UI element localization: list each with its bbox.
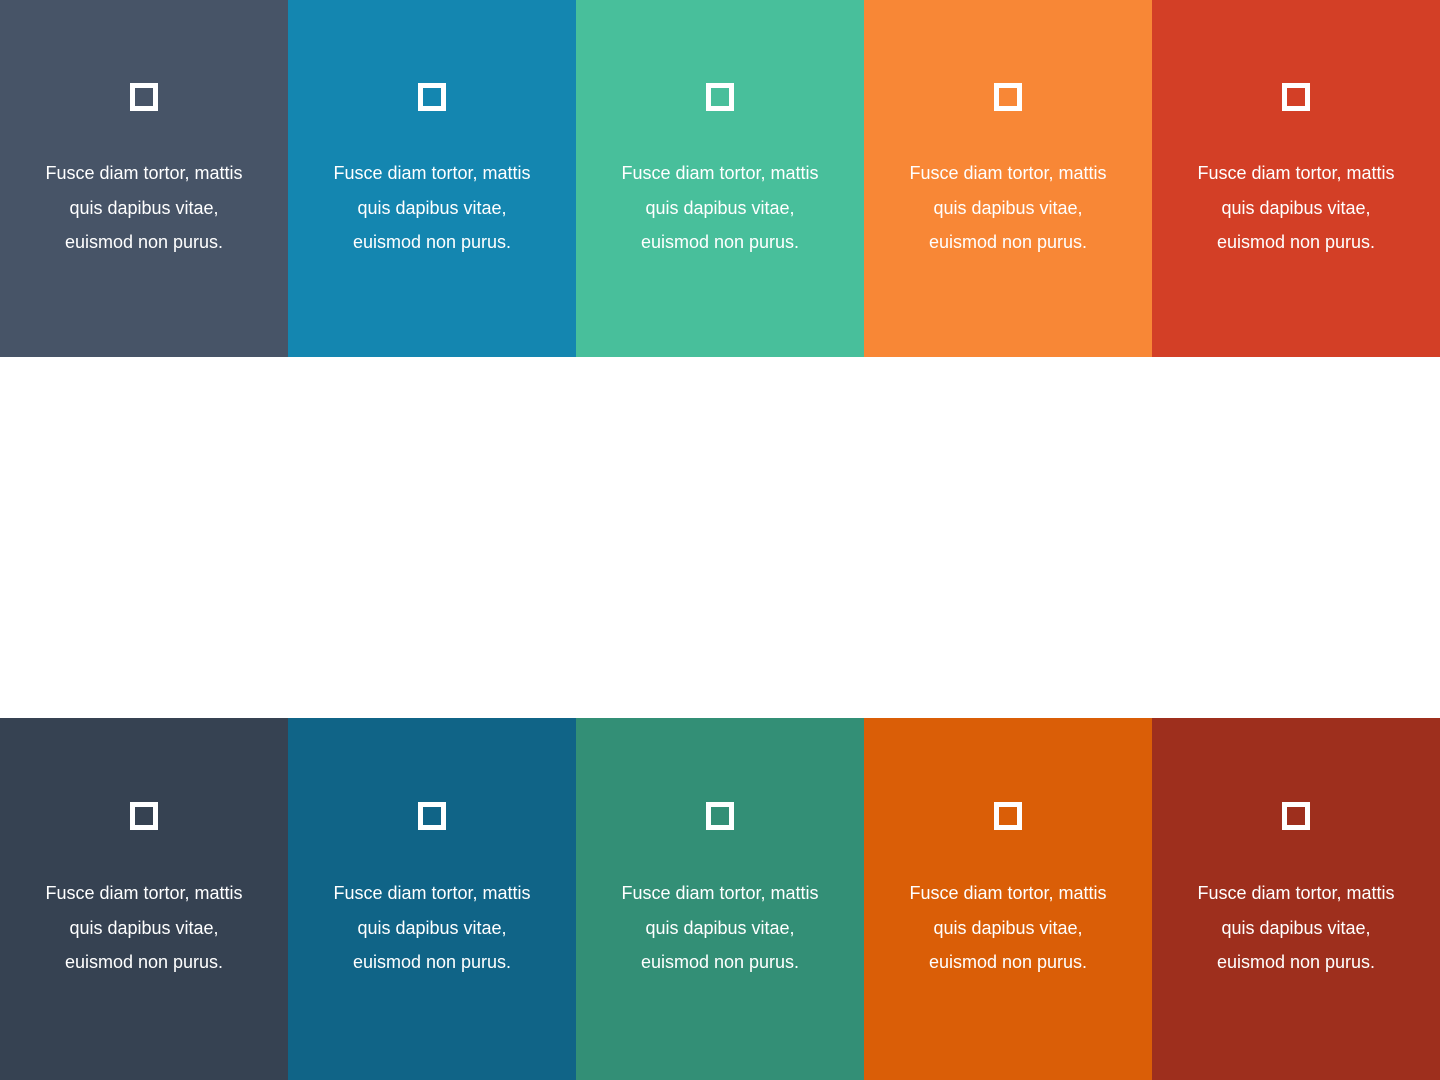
- tile-text: Fusce diam tortor, mattis quis dapibus v…: [333, 163, 531, 252]
- square-outline-icon: [418, 802, 446, 830]
- square-outline-icon: [418, 83, 446, 111]
- square-outline-icon: [994, 83, 1022, 111]
- tile-text: Fusce diam tortor, mattis quis dapibus v…: [45, 883, 243, 972]
- square-outline-icon: [130, 83, 158, 111]
- tile-text: Fusce diam tortor, mattis quis dapibus v…: [333, 883, 531, 972]
- square-outline-icon: [130, 802, 158, 830]
- square-outline-icon: [1282, 802, 1310, 830]
- top-tile-3: Fusce diam tortor, mattis quis dapibus v…: [576, 0, 864, 357]
- blank-divider-area: [0, 357, 1440, 718]
- bottom-tile-3: Fusce diam tortor, mattis quis dapibus v…: [576, 718, 864, 1080]
- top-tile-2: Fusce diam tortor, mattis quis dapibus v…: [288, 0, 576, 357]
- square-outline-icon: [706, 802, 734, 830]
- tile-text: Fusce diam tortor, mattis quis dapibus v…: [1197, 163, 1395, 252]
- bottom-tile-4: Fusce diam tortor, mattis quis dapibus v…: [864, 718, 1152, 1080]
- square-outline-icon: [706, 83, 734, 111]
- top-tile-4: Fusce diam tortor, mattis quis dapibus v…: [864, 0, 1152, 357]
- square-outline-icon: [994, 802, 1022, 830]
- tile-text: Fusce diam tortor, mattis quis dapibus v…: [1197, 883, 1395, 972]
- top-tile-row: Fusce diam tortor, mattis quis dapibus v…: [0, 0, 1440, 357]
- tile-text: Fusce diam tortor, mattis quis dapibus v…: [45, 163, 243, 252]
- tile-text: Fusce diam tortor, mattis quis dapibus v…: [909, 163, 1107, 252]
- tile-text: Fusce diam tortor, mattis quis dapibus v…: [909, 883, 1107, 972]
- tile-text: Fusce diam tortor, mattis quis dapibus v…: [621, 883, 819, 972]
- square-outline-icon: [1282, 83, 1310, 111]
- top-tile-5: Fusce diam tortor, mattis quis dapibus v…: [1152, 0, 1440, 357]
- tile-text: Fusce diam tortor, mattis quis dapibus v…: [621, 163, 819, 252]
- bottom-tile-row: Fusce diam tortor, mattis quis dapibus v…: [0, 718, 1440, 1080]
- bottom-tile-5: Fusce diam tortor, mattis quis dapibus v…: [1152, 718, 1440, 1080]
- top-tile-1: Fusce diam tortor, mattis quis dapibus v…: [0, 0, 288, 357]
- bottom-tile-1: Fusce diam tortor, mattis quis dapibus v…: [0, 718, 288, 1080]
- bottom-tile-2: Fusce diam tortor, mattis quis dapibus v…: [288, 718, 576, 1080]
